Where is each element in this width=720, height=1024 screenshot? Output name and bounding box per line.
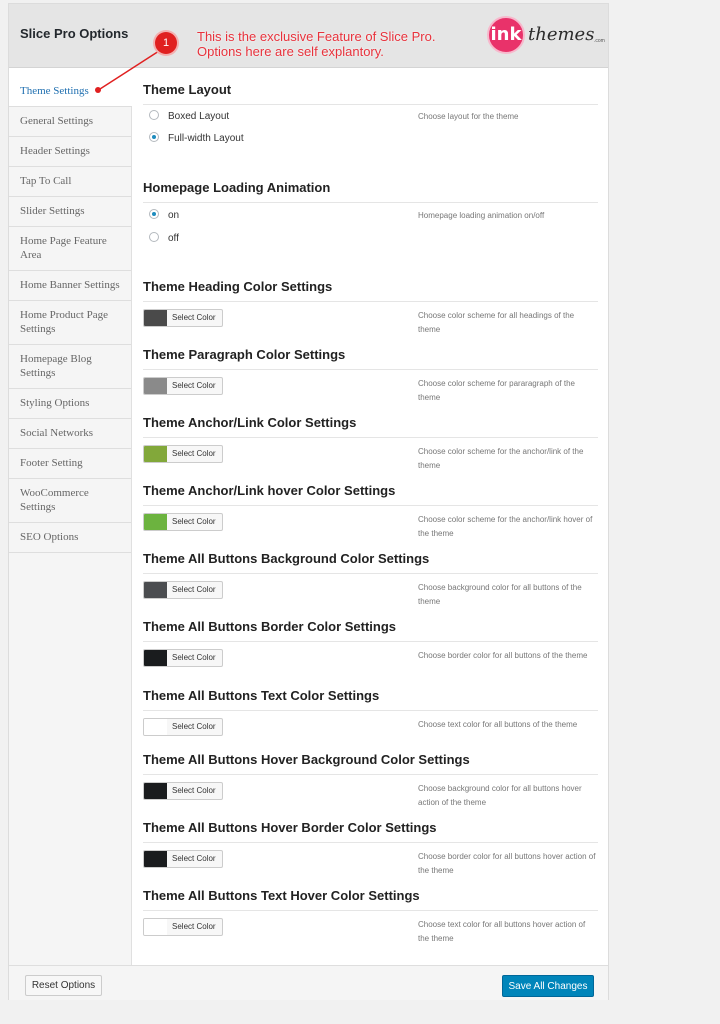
radio-icon	[149, 232, 159, 243]
sidebar-item-homepage-blog-settings[interactable]: Homepage Blog Settings	[9, 345, 131, 389]
select-color-label: Select Color	[172, 313, 216, 322]
radio-label: Boxed Layout	[168, 111, 230, 122]
loading-animation-description: Homepage loading animation on/off	[418, 211, 545, 220]
select-color-button[interactable]: Select Color	[143, 782, 223, 800]
color-swatch	[144, 650, 167, 666]
radio-animation-on[interactable]: on	[149, 209, 180, 221]
select-color-button[interactable]: Select Color	[143, 850, 223, 868]
sidebar-item-tap-to-call[interactable]: Tap To Call	[9, 167, 131, 197]
radio-boxed-layout[interactable]: Boxed Layout	[149, 110, 230, 122]
radio-animation-off[interactable]: off	[149, 232, 179, 244]
section-title-theme-all-buttons-border-color-settings: Theme All Buttons Border Color Settings	[143, 619, 598, 642]
color-setting-description: Choose border color for all buttons hove…	[418, 852, 596, 875]
sidebar-item-styling-options[interactable]: Styling Options	[9, 389, 131, 419]
select-color-label: Select Color	[172, 722, 216, 731]
select-color-label: Select Color	[172, 653, 216, 662]
sidebar-item-home-product-page-settings[interactable]: Home Product Page Settings	[9, 301, 131, 345]
color-setting-description: Choose color scheme for the anchor/link …	[418, 447, 584, 470]
color-swatch	[144, 310, 167, 326]
radio-checked-icon	[149, 209, 159, 220]
color-setting-description: Choose color scheme for the anchor/link …	[418, 515, 593, 538]
options-footer: Reset Options Save All Changes	[9, 965, 608, 1000]
color-swatch	[144, 719, 167, 735]
reset-options-button[interactable]: Reset Options	[25, 975, 102, 996]
select-color-label: Select Color	[172, 854, 216, 863]
section-title-theme-anchor-link-color-settings: Theme Anchor/Link Color Settings	[143, 415, 598, 438]
select-color-label: Select Color	[172, 922, 216, 931]
select-color-button[interactable]: Select Color	[143, 918, 223, 936]
sidebar-item-general-settings[interactable]: General Settings	[9, 107, 131, 137]
sidebar-item-home-banner-settings[interactable]: Home Banner Settings	[9, 271, 131, 301]
select-color-label: Select Color	[172, 449, 216, 458]
sidebar-item-home-page-feature-area[interactable]: Home Page Feature Area	[9, 227, 131, 271]
color-swatch	[144, 783, 167, 799]
select-color-button[interactable]: Select Color	[143, 377, 223, 395]
section-title-theme-all-buttons-hover-border-color-settings: Theme All Buttons Hover Border Color Set…	[143, 820, 598, 843]
annotation-text: This is the exclusive Feature of Slice P…	[197, 29, 436, 59]
select-color-label: Select Color	[172, 585, 216, 594]
options-panel: Slice Pro Options ink themes .com Theme …	[8, 3, 609, 1000]
section-title-theme-all-buttons-hover-background-color-settings: Theme All Buttons Hover Background Color…	[143, 752, 598, 775]
color-swatch	[144, 919, 167, 935]
sidebar-item-header-settings[interactable]: Header Settings	[9, 137, 131, 167]
sidebar-item-slider-settings[interactable]: Slider Settings	[9, 197, 131, 227]
annotation-badge: 1	[155, 32, 177, 54]
color-setting-description: Choose color scheme for all headings of …	[418, 311, 575, 334]
color-setting-description: Choose border color for all buttons of t…	[418, 651, 588, 660]
section-title-theme-all-buttons-text-hover-color-settings: Theme All Buttons Text Hover Color Setti…	[143, 888, 598, 911]
color-swatch	[144, 378, 167, 394]
section-title-theme-anchor-link-hover-color-settings: Theme Anchor/Link hover Color Settings	[143, 483, 598, 506]
radio-checked-icon	[149, 132, 159, 143]
select-color-button[interactable]: Select Color	[143, 309, 223, 327]
color-setting-description: Choose color scheme for pararagraph of t…	[418, 379, 575, 402]
select-color-button[interactable]: Select Color	[143, 581, 223, 599]
select-color-label: Select Color	[172, 786, 216, 795]
color-setting-description: Choose text color for all buttons hover …	[418, 920, 586, 943]
select-color-button[interactable]: Select Color	[143, 718, 223, 736]
radio-icon	[149, 110, 159, 121]
color-swatch	[144, 514, 167, 530]
color-swatch	[144, 851, 167, 867]
sidebar-item-social-networks[interactable]: Social Networks	[9, 419, 131, 449]
annotation-arrow-dot	[95, 87, 101, 93]
color-swatch	[144, 446, 167, 462]
annotation-arrow-line	[99, 50, 160, 90]
select-color-button[interactable]: Select Color	[143, 649, 223, 667]
section-title-theme-all-buttons-background-color-settings: Theme All Buttons Background Color Setti…	[143, 551, 598, 574]
save-all-changes-button[interactable]: Save All Changes	[502, 975, 594, 997]
radio-label: off	[168, 233, 179, 244]
section-title-loading-animation: Homepage Loading Animation	[143, 180, 598, 203]
radio-label: on	[168, 210, 180, 221]
sidebar-item-seo-options[interactable]: SEO Options	[9, 523, 131, 553]
section-title-theme-paragraph-color-settings: Theme Paragraph Color Settings	[143, 347, 598, 370]
color-setting-description: Choose background color for all buttons …	[418, 784, 582, 807]
select-color-button[interactable]: Select Color	[143, 513, 223, 531]
select-color-label: Select Color	[172, 381, 216, 390]
select-color-label: Select Color	[172, 517, 216, 526]
settings-sidebar: Theme Settings General Settings Header Set…	[9, 77, 132, 965]
radio-label: Full-width Layout	[168, 133, 244, 144]
select-color-button[interactable]: Select Color	[143, 445, 223, 463]
section-title-theme-heading-color-settings: Theme Heading Color Settings	[143, 279, 598, 302]
radio-full-width-layout[interactable]: Full-width Layout	[149, 132, 244, 144]
sidebar-item-woocommerce-settings[interactable]: WooCommerce Settings	[9, 479, 131, 523]
color-setting-description: Choose text color for all buttons of the…	[418, 720, 578, 729]
color-swatch	[144, 582, 167, 598]
theme-layout-description: Choose layout for the theme	[418, 112, 519, 121]
section-title-theme-all-buttons-text-color-settings: Theme All Buttons Text Color Settings	[143, 688, 598, 711]
color-setting-description: Choose background color for all buttons …	[418, 583, 582, 606]
sidebar-item-footer-setting[interactable]: Footer Setting	[9, 449, 131, 479]
